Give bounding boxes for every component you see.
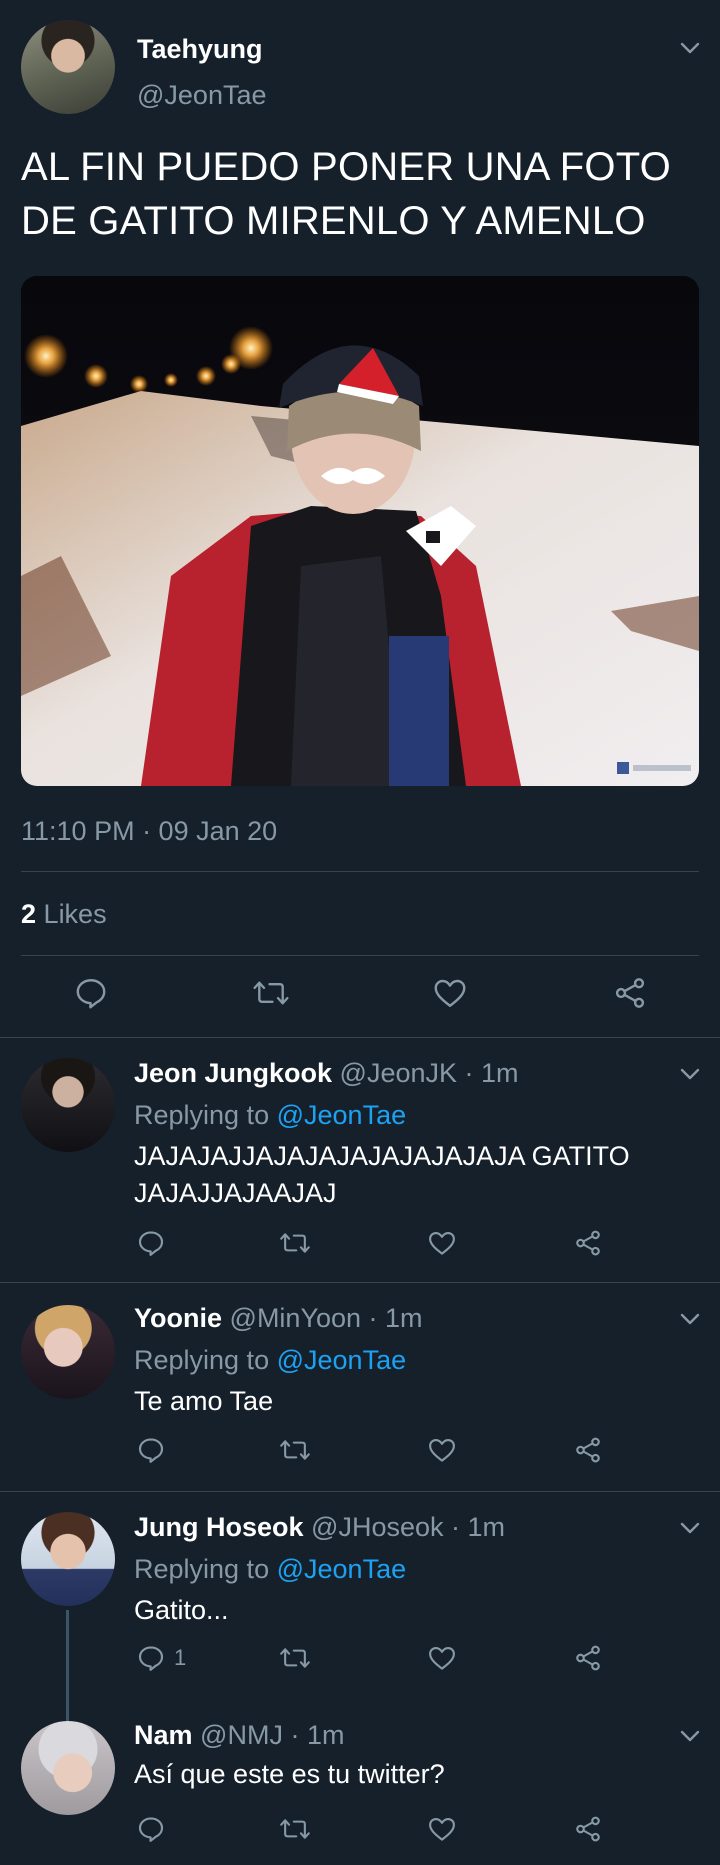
- reply-header: Jung Hoseok @JHoseok · 1m: [134, 1510, 505, 1544]
- reply-header: Jeon Jungkook @JeonJK · 1m: [134, 1056, 519, 1090]
- like-button[interactable]: [427, 1814, 457, 1844]
- share-icon: [576, 1645, 600, 1671]
- reply-text: Así que este es tu twitter?: [134, 1759, 445, 1789]
- likes-label: Likes: [43, 899, 107, 929]
- tweet-actions: 1: [0, 1643, 720, 1693]
- like-icon: [429, 1817, 455, 1841]
- facebook-watermark-icon: [617, 762, 629, 774]
- share-icon: [576, 1816, 600, 1842]
- reply-icon: [138, 1817, 164, 1842]
- author-handle-time[interactable]: @MinYoon · 1m: [230, 1303, 423, 1333]
- share-icon: [576, 1437, 600, 1463]
- reply-tweet[interactable]: Yoonie @MinYoon · 1m Replying to @JeonTa…: [0, 1283, 720, 1491]
- reply-icon: [138, 1231, 164, 1256]
- like-icon: [434, 979, 466, 1007]
- replying-prefix: Replying to: [134, 1554, 270, 1584]
- share-button[interactable]: [573, 1228, 603, 1258]
- reply-button[interactable]: [73, 975, 109, 1011]
- like-icon: [429, 1231, 455, 1255]
- tweet-timestamp: 11:10 PM · 09 Jan 20: [21, 816, 278, 846]
- tweet-text: AL FIN PUEDO PONER UNA FOTO DE GATITO MI…: [21, 145, 671, 243]
- share-button[interactable]: [573, 1643, 603, 1673]
- share-icon: [615, 978, 645, 1008]
- retweet-icon: [280, 1233, 310, 1253]
- retweet-icon: [253, 981, 289, 1005]
- retweet-button[interactable]: [279, 1643, 311, 1673]
- mention-link[interactable]: @JeonTae: [277, 1554, 407, 1584]
- main-tweet: Taehyung @JeonTae AL FIN PUEDO PONER UNA…: [0, 0, 720, 1037]
- reply-tweet[interactable]: Nam @NMJ · 1m Así que este es tu twitter…: [0, 1702, 720, 1865]
- reply-icon: [138, 1646, 164, 1671]
- retweet-icon: [280, 1440, 310, 1460]
- reply-text: Te amo Tae: [134, 1386, 274, 1416]
- author-handle[interactable]: @JeonTae: [137, 79, 267, 111]
- mention-link[interactable]: @JeonTae: [277, 1100, 407, 1130]
- share-button[interactable]: [573, 1814, 603, 1844]
- reply-text: JAJAJAJJAJAJAJAJAJAJAJAJA GATITO JAJAJJA…: [134, 1141, 630, 1208]
- like-button[interactable]: [432, 975, 468, 1011]
- like-button[interactable]: [427, 1435, 457, 1465]
- share-icon: [576, 1230, 600, 1256]
- author-name[interactable]: Yoonie: [134, 1303, 222, 1333]
- reply-icon: [138, 1438, 164, 1463]
- avatar[interactable]: [21, 1721, 115, 1815]
- reply-header: Nam @NMJ · 1m: [134, 1718, 344, 1752]
- share-button[interactable]: [573, 1435, 603, 1465]
- like-button[interactable]: [427, 1228, 457, 1258]
- chevron-down-icon[interactable]: [678, 1724, 702, 1748]
- tweet-actions: [0, 1228, 720, 1278]
- reply-button[interactable]: [136, 1435, 174, 1465]
- like-icon: [429, 1646, 455, 1670]
- reply-tweet[interactable]: Jung Hoseok @JHoseok · 1m Replying to @J…: [0, 1492, 720, 1810]
- author-handle-time[interactable]: @JeonJK · 1m: [340, 1058, 519, 1088]
- tweet-photo[interactable]: [21, 276, 699, 786]
- share-button[interactable]: [612, 975, 648, 1011]
- author-name[interactable]: Jung Hoseok: [134, 1512, 304, 1542]
- tweet-actions: [0, 970, 720, 1020]
- retweet-icon: [280, 1648, 310, 1668]
- avatar[interactable]: [21, 1058, 115, 1152]
- divider: [21, 871, 699, 872]
- chevron-down-icon[interactable]: [678, 36, 702, 60]
- avatar[interactable]: [21, 1305, 115, 1399]
- author-name[interactable]: Jeon Jungkook: [134, 1058, 332, 1088]
- replying-prefix: Replying to: [134, 1100, 270, 1130]
- reply-icon: [76, 979, 106, 1009]
- like-icon: [429, 1438, 455, 1462]
- tweet-actions: [0, 1435, 720, 1485]
- mention-link[interactable]: @JeonTae: [277, 1345, 407, 1375]
- reply-button[interactable]: 1: [136, 1643, 186, 1673]
- retweet-button[interactable]: [279, 1435, 311, 1465]
- author-name[interactable]: Taehyung: [137, 33, 263, 65]
- reply-button[interactable]: [136, 1228, 174, 1258]
- chevron-down-icon[interactable]: [678, 1516, 702, 1540]
- author-name[interactable]: Nam: [134, 1720, 193, 1750]
- avatar[interactable]: [21, 20, 115, 114]
- avatar[interactable]: [21, 1512, 115, 1606]
- reply-header: Yoonie @MinYoon · 1m: [134, 1301, 423, 1335]
- like-button[interactable]: [427, 1643, 457, 1673]
- replying-to: Replying to @JeonTae: [134, 1552, 406, 1586]
- author-handle-time[interactable]: @NMJ · 1m: [200, 1720, 344, 1750]
- replying-prefix: Replying to: [134, 1345, 270, 1375]
- divider: [21, 955, 699, 956]
- author-handle-time[interactable]: @JHoseok · 1m: [311, 1512, 505, 1542]
- chevron-down-icon[interactable]: [678, 1062, 702, 1086]
- reply-button[interactable]: [136, 1814, 174, 1844]
- replying-to: Replying to @JeonTae: [134, 1098, 406, 1132]
- replying-to: Replying to @JeonTae: [134, 1343, 406, 1377]
- chevron-down-icon[interactable]: [678, 1307, 702, 1331]
- tweet-detail-page: Taehyung @JeonTae AL FIN PUEDO PONER UNA…: [0, 0, 720, 1865]
- tweet-actions: [0, 1814, 720, 1864]
- retweet-button[interactable]: [279, 1814, 311, 1844]
- retweet-button[interactable]: [279, 1228, 311, 1258]
- retweet-button[interactable]: [252, 975, 290, 1011]
- reply-count: 1: [174, 1645, 187, 1670]
- reply-tweet[interactable]: Jeon Jungkook @JeonJK · 1m Replying to @…: [0, 1038, 720, 1282]
- likes-count: 2: [21, 899, 37, 929]
- reply-text: Gatito...: [134, 1595, 229, 1625]
- retweet-icon: [280, 1819, 310, 1839]
- likes-summary[interactable]: 2 Likes: [21, 898, 107, 930]
